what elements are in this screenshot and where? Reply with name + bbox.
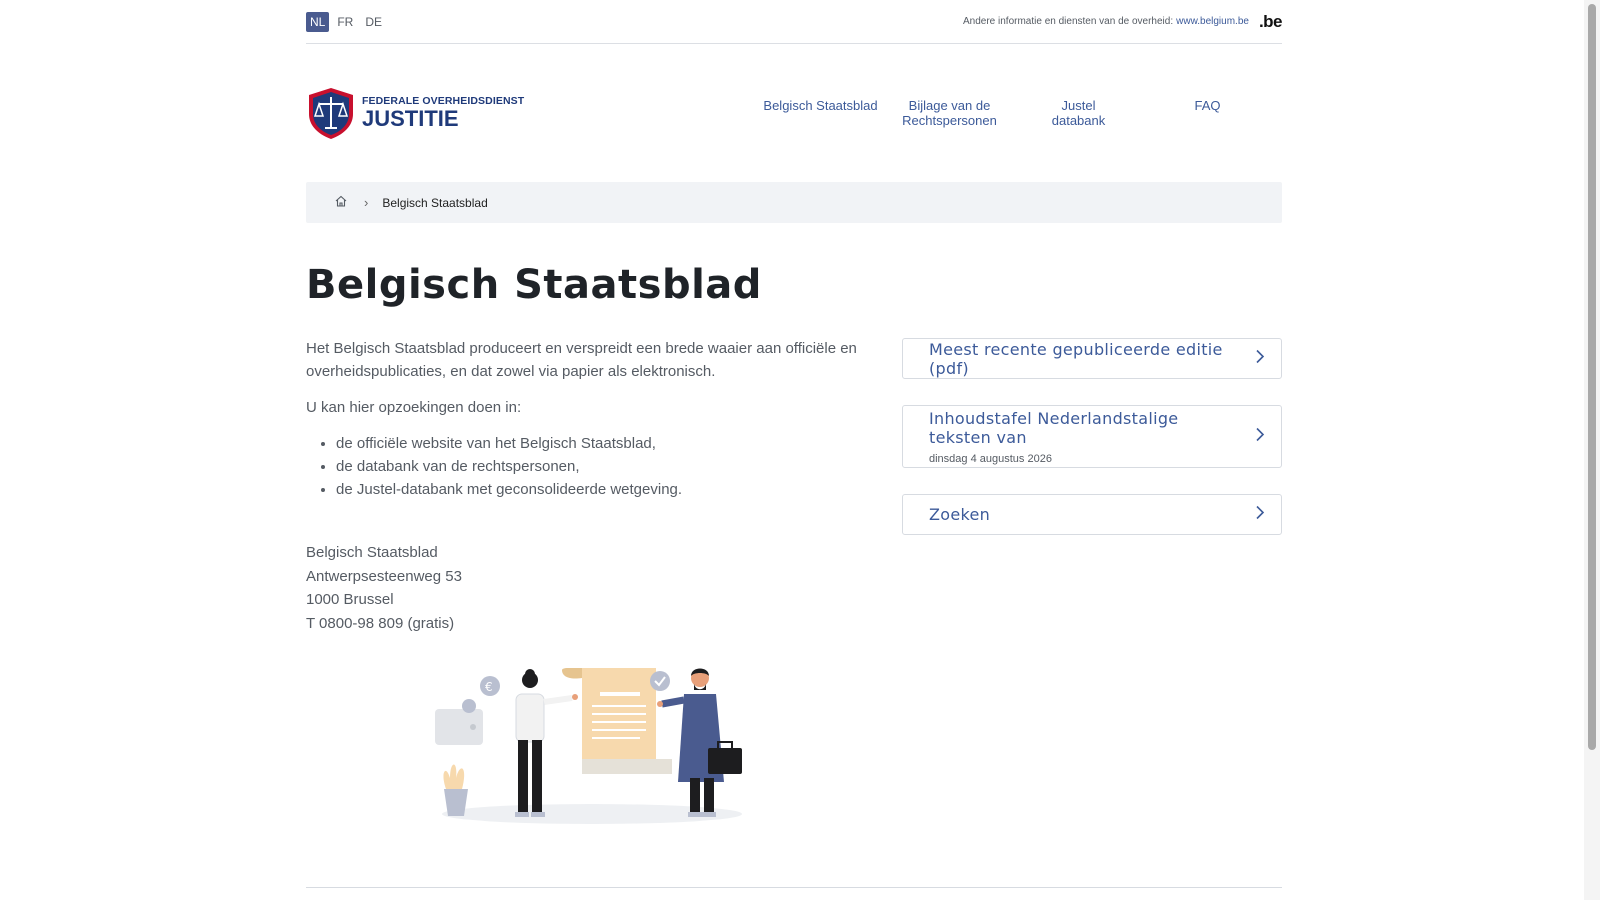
publication-illustration: € — [432, 664, 752, 829]
breadcrumb: › Belgisch Staatsblad — [306, 182, 1282, 223]
language-nl[interactable]: NL — [306, 11, 330, 32]
language-switcher: NL FR DE — [306, 11, 386, 32]
address-line: Antwerpsesteenweg 53 — [306, 567, 462, 585]
nav-belgisch-staatsblad[interactable]: Belgisch Staatsblad — [756, 98, 885, 128]
quick-links: Meest recente gepubliceerde editie (pdf)… — [902, 338, 1282, 535]
nav-label: FAQ — [1194, 98, 1221, 113]
card-title: Inhoudstafel Nederlandstalige teksten va… — [929, 408, 1179, 447]
belgium-be-link[interactable]: www.belgium.be — [1176, 16, 1249, 27]
federal-info: Andere informatie en diensten van de ove… — [962, 12, 1283, 32]
contact-address: Belgisch Staatsblad Antwerpsesteenweg 53… — [306, 541, 1282, 635]
scrollbar-thumb[interactable] — [1588, 4, 1596, 750]
address-line: 1000 Brussel — [306, 591, 394, 608]
nav-label: Justel — [1061, 98, 1096, 113]
nav-bijlage-rechtspersonen[interactable]: Bijlage van de Rechtspersonen — [885, 98, 1014, 128]
address-line: Belgisch Staatsblad — [306, 544, 438, 561]
intro-text: Het Belgisch Staatsblad produceert en ve… — [306, 337, 866, 501]
table-of-contents-card[interactable]: Inhoudstafel Nederlandstalige teksten va… — [902, 405, 1282, 468]
breadcrumb-current: Belgisch Staatsblad — [382, 195, 488, 210]
justice-shield-icon — [309, 88, 353, 139]
latest-edition-card[interactable]: Meest recente gepubliceerde editie (pdf) — [902, 338, 1282, 379]
list-item: de databank van de rechtspersonen, — [336, 455, 866, 478]
chevron-right-icon — [1255, 427, 1265, 446]
svg-text:€: € — [485, 680, 493, 694]
list-item: de officiële website van het Belgisch St… — [336, 432, 866, 455]
card-title: Meest recente gepubliceerde editie (pdf) — [929, 339, 1223, 378]
footer-divider — [306, 887, 1282, 888]
nav-justel-databank[interactable]: Justel databank — [1014, 98, 1143, 128]
search-list: de officiële website van het Belgisch St… — [336, 432, 866, 501]
search-intro: U kan hier opzoekingen doen in: — [306, 399, 522, 416]
nav-label: Bijlage van de — [908, 98, 991, 113]
language-fr[interactable]: FR — [333, 12, 357, 32]
federal-info-text: Andere informatie en diensten van de ove… — [962, 16, 1174, 27]
card-date: dinsdag 4 augustus 2026 — [929, 452, 1052, 465]
nav-faq[interactable]: FAQ — [1143, 98, 1272, 128]
be-logo[interactable]: .be — [1259, 12, 1283, 32]
chevron-right-icon — [1255, 349, 1265, 368]
chevron-right-icon: › — [364, 195, 369, 210]
logo-title: JUSTITIE — [362, 106, 459, 131]
intro-paragraph: Het Belgisch Staatsblad produceert en ve… — [306, 340, 857, 380]
list-item: de Justel-databank met geconsolideerde w… — [336, 478, 866, 501]
chevron-right-icon — [1255, 505, 1265, 524]
home-icon[interactable] — [334, 194, 348, 211]
page-title: Belgisch Staatsblad — [306, 262, 762, 308]
main-nav: Belgisch Staatsblad Bijlage van de Recht… — [756, 98, 1272, 128]
site-header: FEDERALE OVERHEIDSDIENST JUSTITIE Belgis… — [306, 80, 1282, 150]
search-card[interactable]: Zoeken — [902, 494, 1282, 535]
top-bar: NL FR DE Andere informatie en diensten v… — [306, 0, 1283, 44]
page-scrollbar[interactable] — [1584, 0, 1600, 900]
nav-label-line2: Rechtspersonen — [902, 113, 997, 128]
nav-label: Belgisch Staatsblad — [763, 98, 878, 113]
language-de[interactable]: DE — [361, 12, 386, 32]
justitie-logo[interactable]: FEDERALE OVERHEIDSDIENST JUSTITIE — [306, 86, 524, 140]
nav-label-line2: databank — [1051, 113, 1106, 128]
card-title: Zoeken — [929, 505, 991, 524]
address-line: T 0800-98 809 (gratis) — [306, 614, 455, 632]
